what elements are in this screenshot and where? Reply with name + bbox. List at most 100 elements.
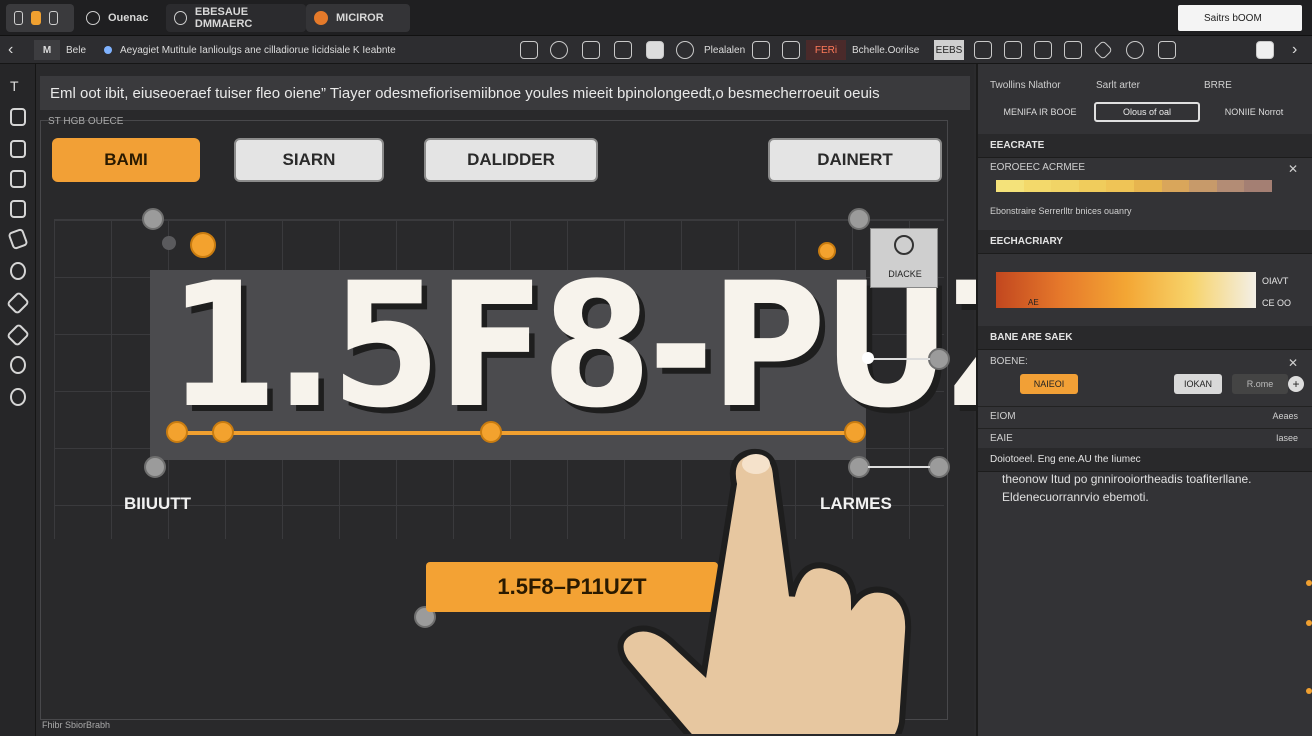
diamond-icon[interactable] xyxy=(1093,40,1113,60)
gradient-swatch[interactable] xyxy=(996,180,1024,192)
close-icon[interactable]: ✕ xyxy=(1288,162,1298,176)
circle-icon xyxy=(894,235,914,255)
anchor-handle[interactable] xyxy=(818,242,836,260)
gradient-swatch[interactable] xyxy=(1106,180,1134,192)
text-tool-icon[interactable]: T xyxy=(10,78,26,96)
chat-icon[interactable] xyxy=(646,41,664,59)
value-chip[interactable]: NAIEOI xyxy=(1020,374,1078,394)
pencil-tool-icon[interactable] xyxy=(7,227,29,251)
search-icon[interactable] xyxy=(676,41,694,59)
play-icon[interactable] xyxy=(1256,41,1274,59)
section-header[interactable]: EEACRATE xyxy=(978,134,1312,158)
corner-knob[interactable] xyxy=(848,208,870,230)
back-icon[interactable]: ‹ xyxy=(8,40,13,60)
corner-knob[interactable] xyxy=(142,208,164,230)
panel-tab-left[interactable]: MENIFA IR BOOE xyxy=(990,102,1090,122)
shape-tool-icon[interactable] xyxy=(10,170,26,188)
gradient-bar[interactable] xyxy=(996,180,1272,192)
section-note: Ebonstraire Serrerlltr bnices ouanry xyxy=(978,206,1312,216)
breadcrumb[interactable]: Aeyagiet Mutitule Ianlioulgs ane cilladi… xyxy=(120,40,396,60)
bami-button[interactable]: BAMI xyxy=(52,138,200,182)
shield-icon[interactable] xyxy=(1034,41,1052,59)
close-icon[interactable]: ✕ xyxy=(1288,356,1298,370)
field-value-text: EEBS xyxy=(935,44,963,56)
bullet-text: Eldenecuorranrvio ebemoti. xyxy=(1002,490,1149,504)
dalidder-button[interactable]: DALIDDER xyxy=(424,138,598,182)
search-button[interactable]: Saitrs bOOM xyxy=(1178,5,1302,31)
resize-handle[interactable] xyxy=(480,421,502,443)
properties-panel: Twollins Nlathor Sarlt arter BRRE MENIFA… xyxy=(976,64,1312,736)
layers-icon[interactable] xyxy=(782,41,800,59)
resize-handle[interactable] xyxy=(166,421,188,443)
item-chip[interactable]: FERi xyxy=(806,40,846,60)
field-label: Bchelle.Oorilse xyxy=(852,44,920,56)
window-icon[interactable] xyxy=(14,11,24,25)
canvas[interactable]: Eml oot ibit, eiuseoeraef tuiser fleo oi… xyxy=(36,64,1166,736)
pivot-dot[interactable] xyxy=(162,236,176,250)
gradient-swatch[interactable] xyxy=(1078,180,1107,192)
columns-icon[interactable] xyxy=(1158,41,1176,59)
value-chip[interactable]: IOKAN xyxy=(1174,374,1222,394)
scroll-marker[interactable] xyxy=(1306,580,1312,586)
gradient-swatch[interactable] xyxy=(1051,180,1079,192)
search-label: Saitrs bOOM xyxy=(1204,12,1262,24)
gradient-swatch[interactable] xyxy=(1216,180,1245,192)
section-header[interactable]: BANE ARE SAEK xyxy=(978,326,1312,350)
page-label[interactable]: Bele xyxy=(66,40,86,60)
artboard-label: ST HGB OUECE xyxy=(48,116,124,127)
image-icon[interactable] xyxy=(31,11,41,25)
panel-tab-mid[interactable]: Olous of oal xyxy=(1094,102,1200,122)
slider[interactable]: R.ome xyxy=(1232,374,1288,394)
corner-knob[interactable] xyxy=(144,456,166,478)
paint-tool-icon[interactable] xyxy=(10,262,26,280)
frame-tool-icon[interactable] xyxy=(10,140,26,158)
target-tool-icon[interactable] xyxy=(10,388,26,406)
dainert-button[interactable]: DAINERT xyxy=(768,138,942,182)
gradient-swatch[interactable] xyxy=(1244,180,1272,192)
tab-ouenac[interactable]: Ouenac xyxy=(78,4,160,32)
gradient-swatch[interactable] xyxy=(1189,180,1217,192)
scroll-marker[interactable] xyxy=(1306,620,1312,626)
section-row: EOROEEC ACRMEE ✕ xyxy=(978,162,1312,176)
property-label: EAIE xyxy=(990,433,1013,444)
property-row[interactable]: EAIE Iasee xyxy=(978,428,1312,450)
image-tool-icon[interactable] xyxy=(614,41,632,59)
guide-point[interactable] xyxy=(862,352,874,364)
pen-tool-icon[interactable] xyxy=(5,290,31,316)
tab-active[interactable]: MICIROR xyxy=(306,4,410,32)
refresh-icon[interactable] xyxy=(550,41,568,59)
table-icon[interactable] xyxy=(974,41,992,59)
field-value[interactable]: EEBS xyxy=(934,40,964,60)
folder-icon[interactable] xyxy=(48,11,58,25)
layers-tool-icon[interactable] xyxy=(10,200,26,218)
add-icon[interactable]: + xyxy=(1288,376,1304,392)
brush-tool-icon[interactable] xyxy=(10,108,26,126)
frame-icon[interactable] xyxy=(582,41,600,59)
gradient-swatch[interactable] xyxy=(1023,180,1052,192)
gradient-swatch[interactable] xyxy=(1133,180,1162,192)
pen-icon[interactable] xyxy=(520,41,538,59)
side-block[interactable]: DIACKE xyxy=(870,228,938,288)
forward-icon[interactable]: › xyxy=(1292,40,1297,60)
anchor-handle[interactable] xyxy=(190,232,216,258)
panel-tab-right[interactable]: NONIIE Norrot xyxy=(1204,102,1304,122)
mode-button[interactable]: M xyxy=(34,40,60,60)
scroll-marker[interactable] xyxy=(1306,688,1312,694)
mode-label: M xyxy=(42,44,52,56)
link-tool-icon[interactable] xyxy=(5,322,31,348)
corner-knob[interactable] xyxy=(928,348,950,370)
section-header[interactable]: Doiotoeel. Eng ene.AU the Iiumec xyxy=(978,448,1312,472)
item-group[interactable]: Plealalen xyxy=(704,40,745,60)
eraser-tool-icon[interactable] xyxy=(10,356,26,374)
message-icon[interactable] xyxy=(1004,41,1022,59)
globe-icon[interactable] xyxy=(1126,41,1144,59)
property-row[interactable]: EIOM Aeaes xyxy=(978,406,1312,428)
tab-document[interactable]: EBESAUE DMMAERC xyxy=(166,4,306,32)
window-controls[interactable] xyxy=(6,4,74,32)
monitor-icon[interactable] xyxy=(1064,41,1082,59)
gradient-swatch[interactable] xyxy=(1161,180,1190,192)
grid-icon[interactable] xyxy=(752,41,770,59)
siarn-button[interactable]: SIARN xyxy=(234,138,384,182)
section-header[interactable]: EECHACRIARY xyxy=(978,230,1312,254)
resize-handle[interactable] xyxy=(212,421,234,443)
